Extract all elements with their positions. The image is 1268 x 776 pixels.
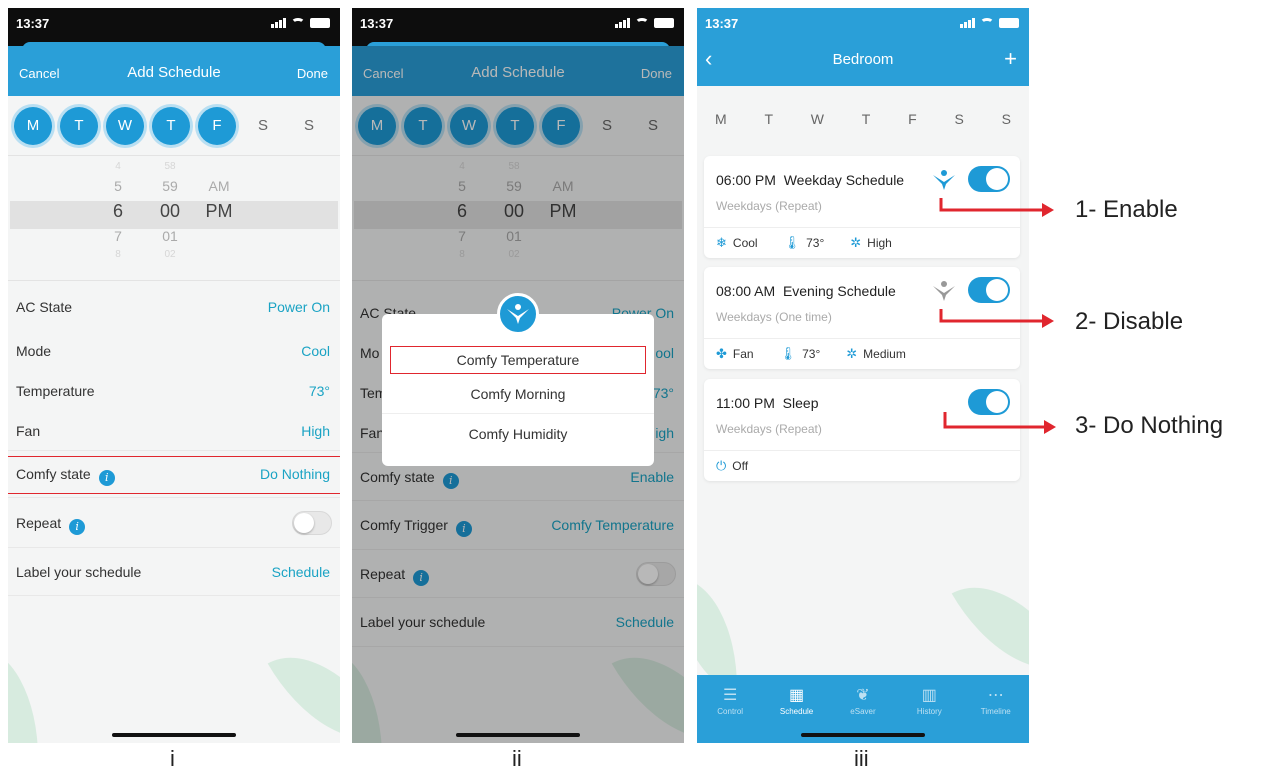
callout-enable: 1- Enable [1075,196,1178,223]
callout-do-nothing: 3- Do Nothing [1075,412,1224,439]
callout-arrows [939,198,1056,434]
comfy-icon [497,293,539,335]
caption-i: i [170,746,175,771]
caption-iii: iii [854,746,869,771]
caption-ii: ii [512,746,522,771]
callout-disable: 2- Disable [1075,308,1184,335]
